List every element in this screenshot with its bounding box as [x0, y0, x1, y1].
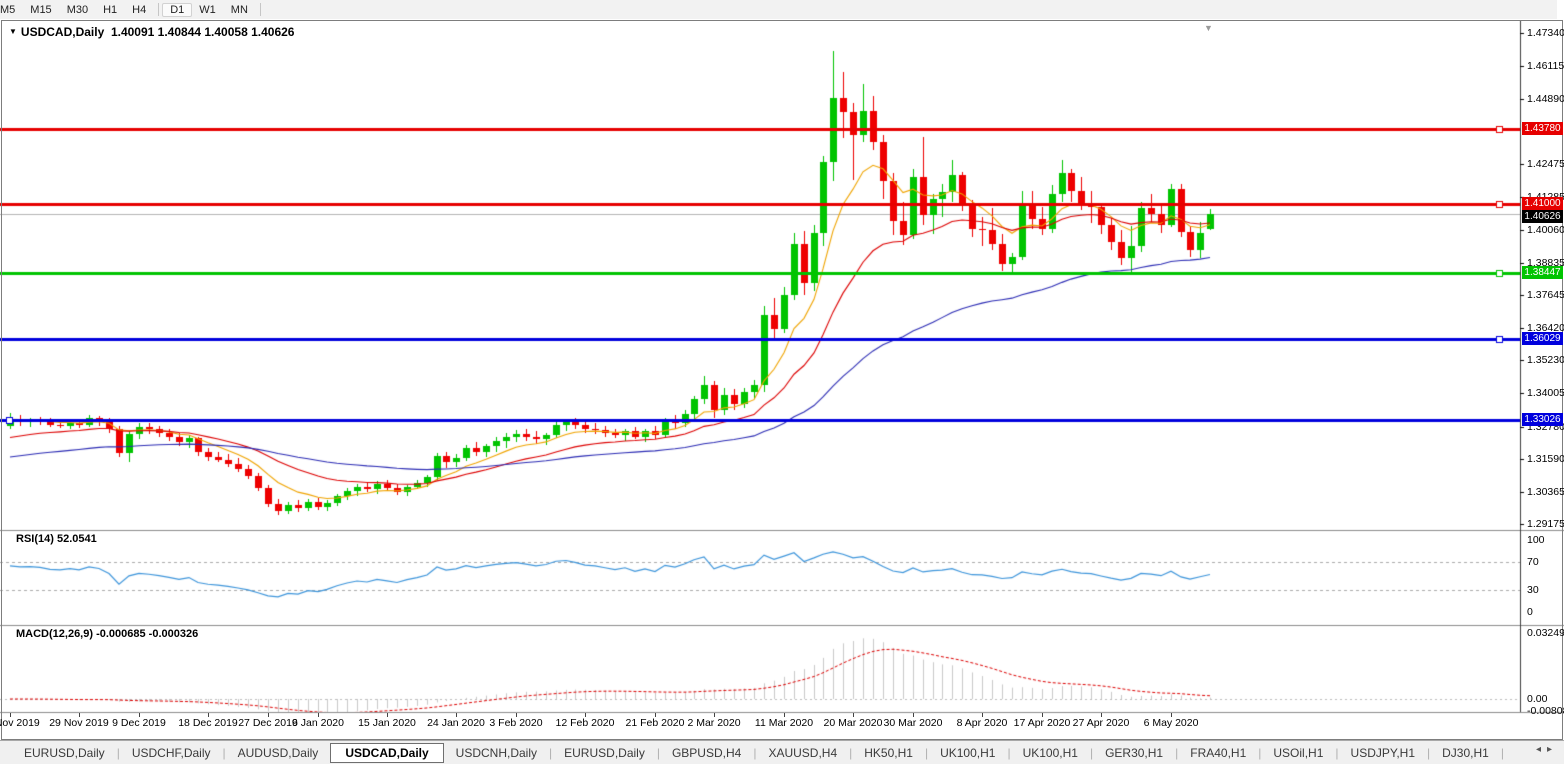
timeframe-button-m30[interactable]: M30: [59, 3, 96, 17]
tab-scroll-arrows[interactable]: ◂▸: [1536, 744, 1558, 755]
chart-title-symbol: USDCAD,Daily: [20, 25, 105, 39]
chart-tab-dj30-h1[interactable]: DJ30,H1: [1430, 744, 1501, 762]
hline-price-label-1.33026[interactable]: 1.33026: [1522, 413, 1563, 426]
rsi-axis-tick: 100: [1527, 534, 1545, 546]
macd-axis-tick: 0.00: [1527, 693, 1548, 705]
chart-tab-usdchf-daily[interactable]: USDCHF,Daily: [120, 744, 223, 762]
timeframe-button-h1[interactable]: H1: [95, 3, 125, 17]
rsi-axis-tick: 30: [1527, 584, 1539, 596]
timeframe-button-h4[interactable]: H4: [124, 3, 154, 17]
hline-price-label-1.41000[interactable]: 1.41000: [1522, 197, 1563, 210]
timeframe-button-m15[interactable]: M15: [22, 3, 59, 17]
tab-scroll-right-icon[interactable]: ▸: [1547, 744, 1558, 755]
macd-axis-tick: 0.032493: [1527, 627, 1564, 639]
price-axis-tick: 1.29175: [1527, 518, 1564, 530]
chart-tab-usoil-h1[interactable]: USOil,H1: [1261, 744, 1335, 762]
tab-separator: |: [1500, 745, 1504, 760]
macd-axis-tick: -0.008086: [1527, 705, 1564, 717]
timeframe-button-mn[interactable]: MN: [223, 3, 256, 17]
toolbar-separator: [158, 3, 160, 16]
chart-tab-gbpusd-h4[interactable]: GBPUSD,H4: [660, 744, 753, 762]
macd-indicator-label: MACD(12,26,9) -0.000685 -0.000326: [16, 628, 199, 640]
price-axis-tick: 1.31590: [1527, 453, 1564, 465]
chart-title-ohlc: 1.40091 1.40844 1.40058 1.40626: [110, 25, 295, 39]
timeframe-button-m5[interactable]: M5: [0, 3, 23, 17]
price-axis-tick: 1.30365: [1527, 486, 1564, 498]
symbol-dropdown-icon[interactable]: ▼: [9, 27, 17, 36]
chart-tab-xauusd-h4[interactable]: XAUUSD,H4: [756, 744, 849, 762]
tab-scroll-left-icon[interactable]: ◂: [1536, 744, 1547, 755]
date-axis-label: 6 May 2020: [1143, 717, 1199, 729]
chart-shift-marker-icon[interactable]: ▼: [1204, 23, 1213, 33]
price-axis-tick: 1.47340: [1527, 27, 1564, 39]
chart-canvas[interactable]: [0, 20, 1564, 720]
chart-tab-usdjpy-h1[interactable]: USDJPY,H1: [1339, 744, 1427, 762]
trading-app-window: M5 M15 M30 H1 H4 D1 W1 MN ▼ USDCAD,Daily 1.40091…: [0, 0, 1564, 764]
price-axis-tick: 1.44890: [1527, 93, 1564, 105]
chart-tab-uk100-h1[interactable]: UK100,H1: [928, 744, 1007, 762]
chart-tab-usdcnh-daily[interactable]: USDCNH,Daily: [444, 744, 549, 762]
chart-tab-hk50-h1[interactable]: HK50,H1: [852, 744, 925, 762]
chart-tabs-bar: EURUSD,Daily | USDCHF,Daily | AUDUSD,Daily US…: [0, 740, 1564, 764]
hline-price-label-1.38447[interactable]: 1.38447: [1522, 266, 1563, 279]
price-axis-tick: 1.35230: [1527, 354, 1564, 366]
chart-tab-eurusd-daily[interactable]: EURUSD,Daily: [552, 744, 657, 762]
price-axis-tick: 1.40060: [1527, 224, 1564, 236]
price-axis-tick: 1.42475: [1527, 158, 1564, 170]
chart-tab-uk100-h1[interactable]: UK100,H1: [1011, 744, 1090, 762]
chart-tab-usdcad-daily-active[interactable]: USDCAD,Daily: [330, 742, 444, 763]
price-axis-tick: 1.34005: [1527, 387, 1564, 399]
chart-tab-fra40-h1[interactable]: FRA40,H1: [1178, 744, 1258, 762]
price-axis-tick: 1.46115: [1527, 60, 1564, 72]
rsi-axis-tick: 0: [1527, 606, 1533, 618]
chart-tab-eurusd-daily[interactable]: EURUSD,Daily: [12, 744, 117, 762]
price-axis-tick: 1.37645: [1527, 289, 1564, 301]
timeframe-toolbar: M5 M15 M30 H1 H4 D1 W1 MN: [0, 0, 1557, 19]
chart-tab-ger30-h1[interactable]: GER30,H1: [1093, 744, 1175, 762]
current-price-label: 1.40626: [1522, 210, 1563, 223]
rsi-axis-tick: 70: [1527, 556, 1539, 568]
toolbar-separator: [259, 3, 261, 16]
timeframe-button-w1[interactable]: W1: [191, 3, 224, 17]
timeframe-button-d1[interactable]: D1: [162, 2, 193, 17]
hline-price-label-1.36029[interactable]: 1.36029: [1522, 332, 1563, 345]
hline-price-label-1.43780[interactable]: 1.43780: [1522, 122, 1563, 135]
chart-tab-audusd-daily[interactable]: AUDUSD,Daily: [226, 744, 331, 762]
chart-title[interactable]: ▼ USDCAD,Daily 1.40091 1.40844 1.40058 1.…: [9, 25, 294, 39]
rsi-indicator-label: RSI(14) 52.0541: [16, 533, 97, 545]
